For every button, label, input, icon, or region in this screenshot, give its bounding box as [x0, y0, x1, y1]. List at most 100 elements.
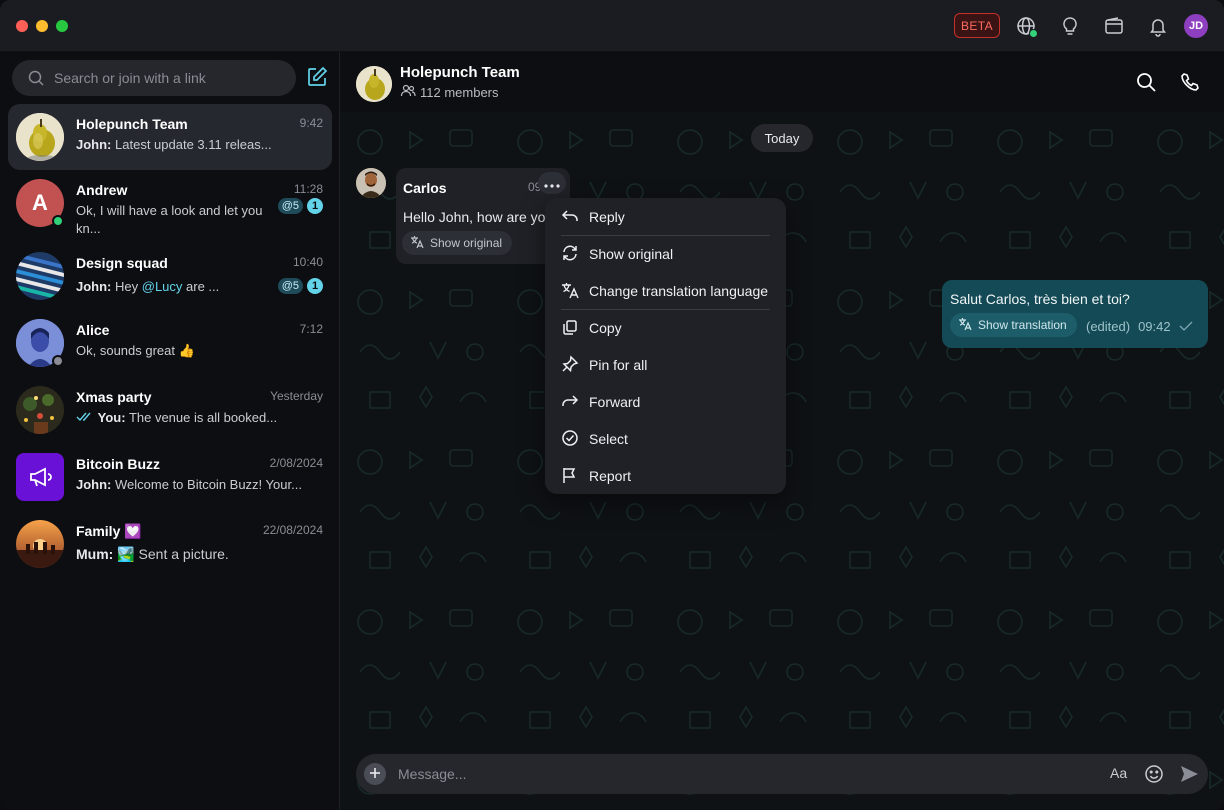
- chat-item-design-squad[interactable]: Design squad 10:40 John: Hey @Lucy are .…: [8, 243, 332, 309]
- message-text: Salut Carlos, très bien et toi?: [950, 291, 1130, 307]
- minimize-window-button[interactable]: [36, 20, 48, 32]
- menu-item-pin-for-all[interactable]: Pin for all: [561, 347, 771, 383]
- chat-item-alice[interactable]: Alice 7:12 Ok, sounds great 👍: [8, 310, 332, 376]
- menu-item-show-original[interactable]: Show original: [561, 236, 771, 272]
- xmas-party-avatar: [16, 386, 64, 434]
- message-time: 09:42: [1138, 319, 1171, 334]
- chat-title[interactable]: Holepunch Team: [400, 64, 520, 81]
- app-window: BETA JD Search or join with a link Holep…: [0, 0, 1224, 810]
- menu-item-reply[interactable]: Reply: [561, 199, 771, 235]
- mention-badge: @5: [277, 198, 303, 214]
- date-separator: Today: [751, 124, 813, 152]
- message-composer[interactable]: Message... Aa: [356, 754, 1208, 794]
- send-icon[interactable]: [1179, 764, 1199, 787]
- lightbulb-icon[interactable]: [1058, 14, 1082, 38]
- edited-label: (edited): [1086, 319, 1131, 334]
- chat-preview: Mum: 🏞️ Sent a picture.: [76, 546, 229, 562]
- menu-item-select[interactable]: Select: [561, 421, 771, 457]
- chat-header: Holepunch Team 112 members: [340, 52, 1224, 112]
- message-input[interactable]: Message...: [398, 766, 466, 782]
- chat-time: 10:40: [292, 255, 323, 269]
- chat-item-holepunch-team[interactable]: Holepunch Team 9:42 John: Latest update …: [8, 104, 332, 170]
- title-bar: BETA JD: [0, 0, 1224, 52]
- chat-preview: Ok, sounds great 👍: [76, 343, 195, 358]
- chat-time: 9:42: [299, 116, 323, 130]
- chat-time: 7:12: [299, 322, 323, 336]
- flag-icon: [561, 466, 579, 487]
- wallet-icon[interactable]: [1102, 14, 1126, 38]
- pin-icon: [561, 354, 579, 376]
- chat-name: Bitcoin Buzz: [76, 456, 160, 472]
- chat-name: Xmas party: [76, 389, 152, 405]
- design-squad-avatar: [16, 252, 64, 300]
- emoji-icon[interactable]: [1144, 764, 1164, 787]
- chat-item-bitcoin-buzz[interactable]: Bitcoin Buzz 2/08/2024 John: Welcome to …: [8, 444, 332, 510]
- close-window-button[interactable]: [16, 20, 28, 32]
- chat-name: Alice: [76, 322, 110, 338]
- search-icon[interactable]: [1136, 72, 1156, 95]
- unread-badge: 1: [307, 278, 323, 294]
- menu-item-copy[interactable]: Copy: [561, 310, 771, 346]
- chat-time: 11:28: [293, 182, 323, 196]
- chat-preview: Ok, I will have a look and let you kn...: [76, 203, 263, 236]
- chat-preview: John: Latest update 3.11 releas...: [76, 137, 272, 152]
- message-sender[interactable]: Carlos: [403, 180, 447, 196]
- carlos-avatar[interactable]: [356, 168, 386, 198]
- chat-name: Family 💟: [76, 523, 142, 539]
- chat-item-family[interactable]: Family 💟 22/08/2024 Mum: 🏞️ Sent a pictu…: [8, 511, 332, 577]
- compose-icon[interactable]: [306, 66, 328, 91]
- double-check-icon: [76, 410, 94, 425]
- chat-preview: You: The venue is all booked...: [76, 409, 316, 427]
- beta-badge[interactable]: BETA: [954, 13, 1000, 38]
- search-icon: [28, 70, 44, 89]
- chat-name: Holepunch Team: [76, 116, 188, 132]
- chat-time: Yesterday: [270, 389, 323, 403]
- chat-name: Andrew: [76, 182, 128, 198]
- chat-preview: John: Welcome to Bitcoin Buzz! Your...: [76, 477, 302, 492]
- member-count: 112 members: [400, 84, 499, 101]
- menu-item-forward[interactable]: Forward: [561, 384, 771, 420]
- zoom-window-button[interactable]: [56, 20, 68, 32]
- refresh-icon: [561, 244, 579, 265]
- chat-name: Design squad: [76, 255, 168, 271]
- translate-icon: [561, 281, 579, 302]
- mention-link[interactable]: @Lucy: [142, 279, 183, 294]
- translate-icon: [410, 235, 424, 252]
- mention-badge: @5: [277, 278, 303, 294]
- group-avatar[interactable]: [356, 66, 392, 102]
- family-avatar: [16, 520, 64, 568]
- reply-icon: [561, 207, 579, 228]
- user-avatar[interactable]: JD: [1184, 14, 1208, 38]
- menu-item-change-translation-language[interactable]: Change translation language: [561, 273, 771, 309]
- menu-item-report[interactable]: Report: [561, 458, 771, 494]
- attach-button[interactable]: [364, 763, 386, 785]
- show-original-button[interactable]: Show original: [402, 231, 513, 255]
- chat-list-sidebar: Search or join with a link Holepunch Tea…: [0, 52, 340, 810]
- unread-badge: 1: [307, 198, 323, 214]
- message-context-menu: Reply Show original Change translation l…: [545, 198, 786, 494]
- sent-check-icon: [1179, 319, 1193, 334]
- bell-icon[interactable]: [1146, 14, 1170, 38]
- plus-icon: [369, 766, 381, 782]
- ellipsis-icon: [544, 175, 560, 191]
- translate-icon: [958, 317, 972, 334]
- chat-time: 2/08/2024: [269, 456, 323, 470]
- check-circle-icon: [561, 429, 579, 450]
- chat-item-xmas-party[interactable]: Xmas party Yesterday You: The venue is a…: [8, 377, 332, 443]
- holepunch-team-avatar: [16, 113, 64, 161]
- text-format-button[interactable]: Aa: [1110, 765, 1127, 781]
- outgoing-message[interactable]: Salut Carlos, très bien et toi? Show tra…: [942, 280, 1208, 348]
- forward-icon: [561, 392, 579, 413]
- search-placeholder: Search or join with a link: [54, 70, 206, 86]
- phone-icon[interactable]: [1180, 72, 1200, 95]
- online-status-dot: [52, 215, 64, 227]
- chat-item-andrew[interactable]: A Andrew 11:28 Ok, I will have a look an…: [8, 170, 332, 236]
- message-text: Hello John, how are yo: [403, 209, 546, 225]
- message-more-button[interactable]: [538, 172, 566, 194]
- away-status-dot: [52, 355, 64, 367]
- show-translation-button[interactable]: Show translation: [950, 313, 1077, 337]
- chat-time: 22/08/2024: [262, 523, 323, 537]
- network-globe-icon[interactable]: [1014, 14, 1038, 38]
- search-input[interactable]: Search or join with a link: [12, 60, 296, 96]
- chat-preview: John: Hey @Lucy are ...: [76, 279, 220, 294]
